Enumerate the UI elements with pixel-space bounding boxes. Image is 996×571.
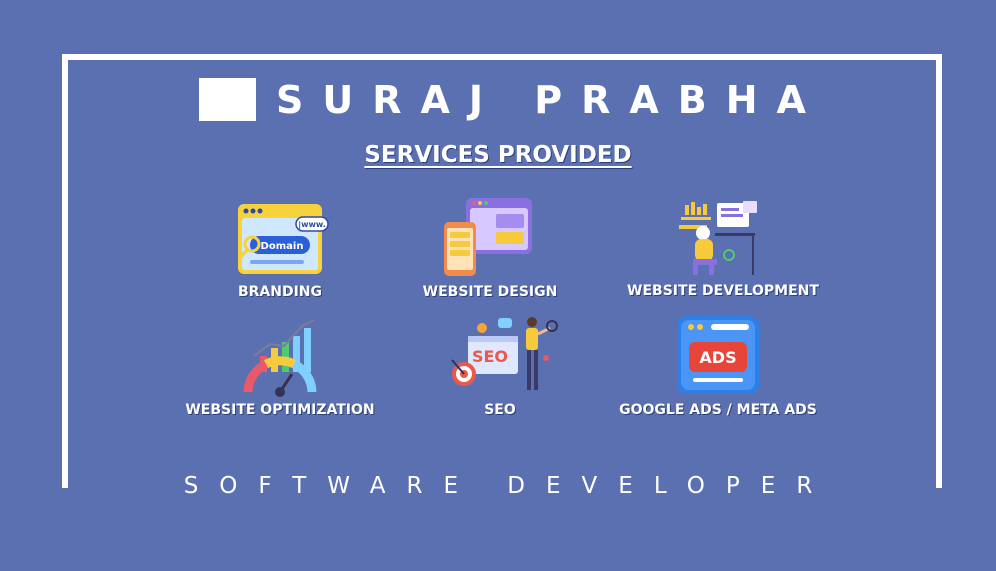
branding-domain-text: Domain (261, 241, 304, 252)
service-label-website-optimization: WEBSITE OPTIMIZATION (185, 402, 375, 418)
footer-tagline: SOFTWARE DEVELOPER (183, 473, 834, 499)
service-label-website-design: WEBSITE DESIGN (422, 284, 558, 300)
service-branding: |www. Domain BRANDING (160, 200, 400, 300)
domain-browser-icon: |www. Domain (238, 204, 329, 274)
services-title: SERVICES PROVIDED (364, 142, 632, 168)
service-label-branding: BRANDING (237, 284, 323, 300)
brand-name: SURAJ PRABHA (276, 78, 825, 122)
service-label-website-development: WEBSITE DEVELOPMENT (627, 283, 819, 299)
service-website-optimization: WEBSITE OPTIMIZATION (160, 316, 400, 418)
logo-icon (199, 78, 256, 121)
service-label-google-meta-ads: GOOGLE ADS / META ADS (619, 402, 817, 418)
speed-gauge-chart-icon (243, 319, 317, 397)
seo-badge-text: SEO (472, 347, 508, 366)
service-website-development: WEBSITE DEVELOPMENT (603, 199, 843, 299)
ads-window-icon: ADS (677, 316, 759, 394)
branding-url-text: |www. (298, 220, 326, 229)
service-label-seo: SEO (484, 402, 516, 418)
seo-person-icon: SEO (451, 317, 558, 390)
frame-right-border (936, 54, 942, 488)
developer-at-desk-icon (679, 201, 757, 275)
web-layout-icon (444, 198, 532, 276)
service-website-design: WEBSITE DESIGN (370, 196, 610, 300)
service-google-meta-ads: ADS GOOGLE ADS / META ADS (598, 314, 838, 418)
frame-top-border (62, 54, 942, 60)
ads-badge-text: ADS (699, 348, 736, 367)
frame-left-border (62, 54, 68, 488)
service-seo: SEO SEO (380, 314, 620, 418)
